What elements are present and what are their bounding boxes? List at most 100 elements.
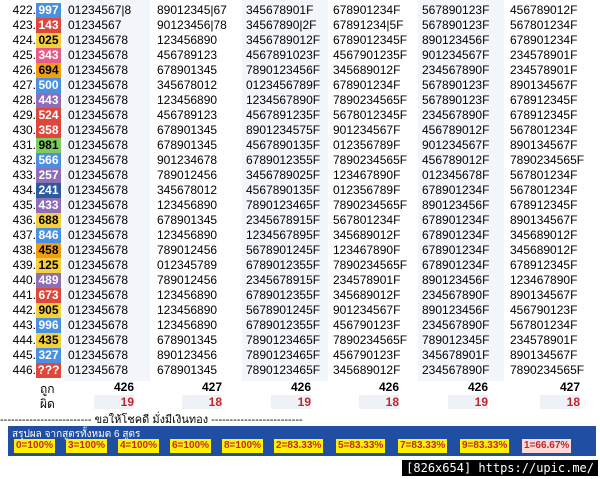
summary-badge: 1=66.67% [522,439,572,453]
formula-cell: 678901345 [157,213,218,227]
formula-cell: 123456890 [157,318,218,332]
result-value: 846 [36,228,61,243]
row-number: 424. [12,33,36,47]
formula-cell: 345689012F [510,228,578,242]
formula-cell: 345689012F [510,243,578,257]
formula-cell: 678912345F [510,198,578,212]
formula-cell: 890134567F [510,78,578,92]
table-row: 424. 025 012345678 123456890 3456789012F 6789… [0,33,600,48]
table-row: 446.??? 012345678 678901345 7890123465F 3456… [0,363,600,378]
formula-cell: 012356789F [333,183,401,197]
formula-cell: 345678901F [246,3,314,17]
formula-cell: 012345678 [68,93,129,107]
formula-cell: 7890123465F [246,363,321,377]
formula-grid: 422. 997 01234567|8 89012345|67 345678901F 67… [0,0,600,381]
formula-cell: 012345678 [68,123,129,137]
formula-cell: 7890234565F [333,258,408,272]
formula-cell: 123467890F [510,273,578,287]
formula-cell: 7890234565F [333,93,408,107]
formula-cell: 4567891235F [246,108,321,122]
formula-cell: 012345678 [68,108,129,122]
formula-cell: 456789123 [157,48,218,62]
summary-badge: 7=83.33% [398,439,448,453]
result-value: 443 [36,93,61,108]
formula-cell: 901234567F [422,138,490,152]
formula-cell: 2345678915F [246,213,321,227]
formula-cell: 678912345F [510,108,578,122]
row-number: 425. [12,48,36,62]
formula-cell: 567801234F [510,168,578,182]
formula-cell: 890134567F [510,288,578,302]
formula-cell: 01234567 [68,18,122,32]
formula-cell: 7890123456F [246,63,321,77]
formula-cell: 012345678 [68,33,129,47]
table-row: 427. 500 012345678 345678012 0123456789F 6789… [0,78,600,93]
result-value: 905 [36,303,61,318]
row-number: 437. [12,228,36,242]
formula-cell: 012345678F [422,168,490,182]
row-number: 422. [12,3,36,17]
total-wrong: 18 [182,395,222,409]
formula-cell: 567801234F [510,18,578,32]
table-row: 434. 241 012345678 345678012 4567890135F 0123… [0,183,600,198]
formula-cell: 012345678 [68,348,129,362]
result-value: 566 [36,153,61,168]
formula-cell: 567890123F [422,3,490,17]
formula-cell: 012345789 [157,258,218,272]
formula-cell: 012345678 [68,333,129,347]
formula-cell: 567801234F [333,213,401,227]
row-number: 439. [12,258,36,272]
formula-cell: 4567891023F [246,48,321,62]
table-row: 435. 433 012345678 123456890 7890123465F 7890… [0,198,600,213]
table-row: 436. 688 012345678 678901345 2345678915F 5678… [0,213,600,228]
total-wrong: 18 [540,395,580,409]
formula-cell: 678901234F [333,78,401,92]
formula-cell: 2345678915F [246,273,321,287]
formula-cell: 234567890F [422,318,490,332]
table-row: 425. 343 012345678 456789123 4567891023F 4567… [0,48,600,63]
total-wrong: 19 [271,395,311,409]
formula-cell: 901234567F [333,303,401,317]
formula-cell: 7890234565F [333,333,408,347]
formula-cell: 012345678 [68,198,129,212]
formula-cell: 123456890 [157,303,218,317]
formula-cell: 012345678 [68,63,129,77]
formula-cell: 4567901235F [333,48,408,62]
wish-text: ------------------------- ขอให้โชคดี มั่… [0,414,303,426]
formula-cell: 890134567F [510,348,578,362]
total-right: 426 [378,380,399,394]
row-number: 441. [12,288,36,302]
formula-cell: 890134567F [510,213,578,227]
formula-cell: 012345678 [68,363,129,377]
result-value: 025 [36,33,61,48]
formula-cell: 678901345 [157,333,218,347]
result-value: 435 [36,333,61,348]
formula-cell: 456790123F [333,348,401,362]
formula-cell: 5678901245F [246,303,321,317]
result-value: 241 [36,183,61,198]
formula-cell: 901234567F [422,48,490,62]
result-value: 996 [36,318,61,333]
formula-cell: 1234567890F [246,93,321,107]
result-value: 327 [36,348,61,363]
summary-badge: 0=100% [14,439,55,453]
formula-cell: 5678901245F [246,243,321,257]
formula-cell: 456789012F [422,123,490,137]
total-right: 427 [201,380,222,394]
total-right: 426 [113,380,134,394]
row-number: 440. [12,273,36,287]
formula-cell: 456790123F [333,318,401,332]
formula-cell: 890123456F [422,273,490,287]
formula-cell: 012345678 [68,288,129,302]
formula-cell: 7890123465F [246,348,321,362]
row-number: 426. [12,63,36,77]
table-row: 442. 905 012345678 123456890 5678901245F 9012… [0,303,600,318]
formula-cell: 3456789012F [246,33,321,47]
row-number: 423. [12,18,36,32]
table-row: 423. 143 01234567 90123456|78 34567890|2F 678… [0,18,600,33]
result-value: ??? [36,363,61,378]
summary-badge: 4=100% [118,439,159,453]
summary-badge: 5=83.33% [336,439,386,453]
total-right: 427 [559,380,580,394]
result-value: 694 [36,63,61,78]
